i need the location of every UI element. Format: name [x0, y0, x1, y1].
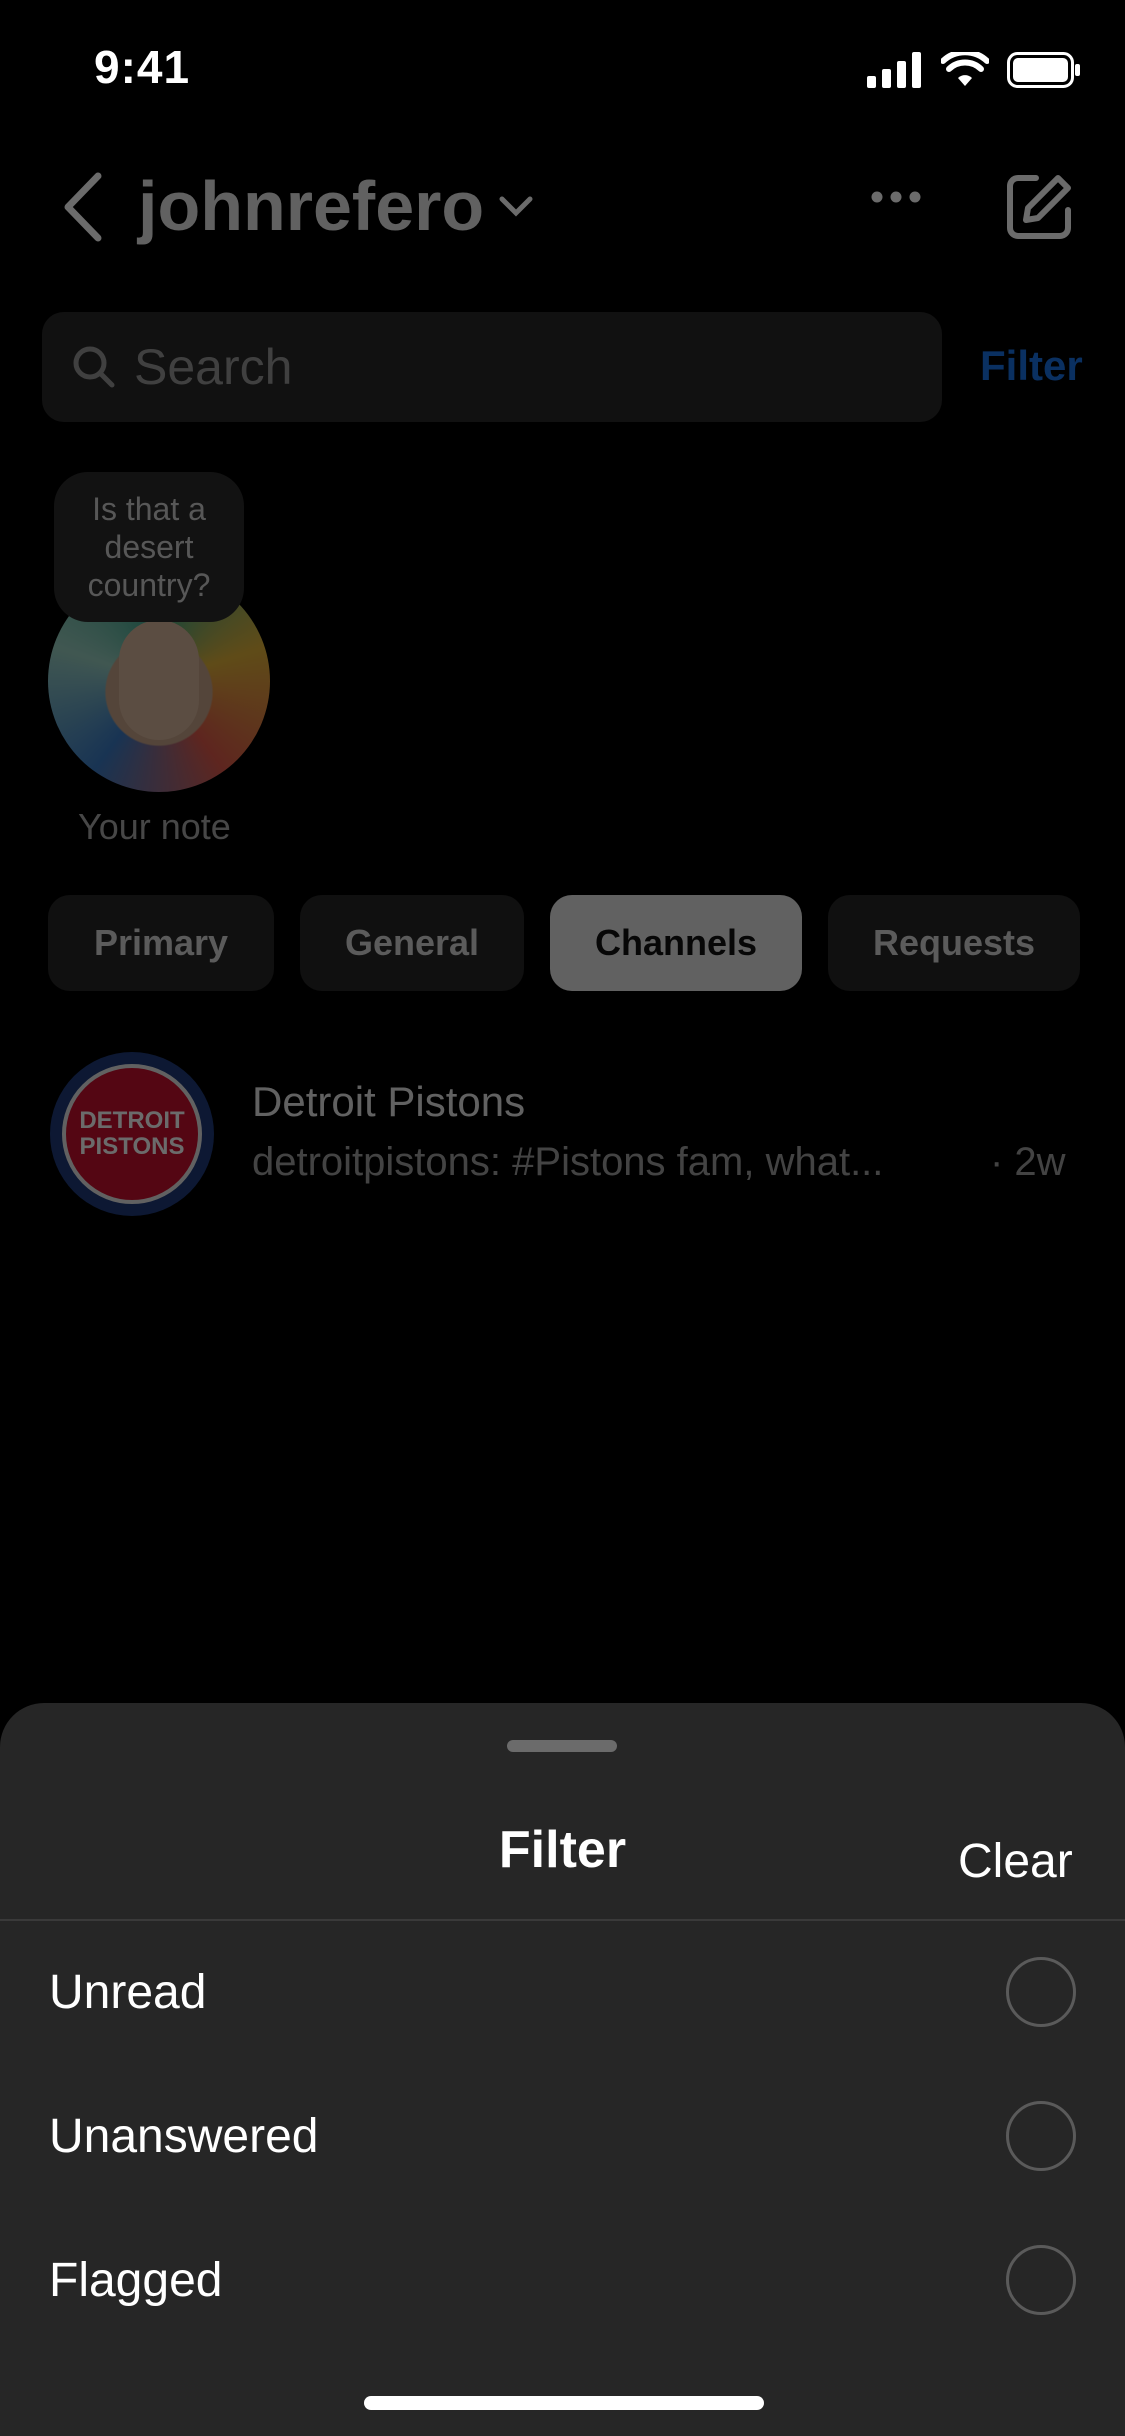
sheet-grabber[interactable] — [507, 1740, 617, 1752]
account-switcher[interactable]: johnrefero — [138, 166, 534, 246]
logo-text-line2: PISTONS — [79, 1133, 185, 1160]
battery-icon — [1007, 52, 1080, 88]
inbox-tabs: Primary General Channels Requests — [48, 895, 1080, 991]
back-button[interactable] — [60, 172, 104, 247]
search-icon — [73, 346, 115, 388]
tab-channels[interactable]: Channels — [550, 895, 802, 991]
wifi-icon — [941, 52, 989, 86]
status-time: 9:41 — [94, 41, 191, 93]
sheet-title: Filter — [498, 1821, 627, 1879]
option-label: Flagged — [49, 2253, 223, 2307]
logo-text-line1: DETROIT — [79, 1107, 185, 1134]
channel-time: · 2w — [990, 1140, 1066, 1184]
signal-icon — [867, 52, 921, 88]
option-label: Unanswered — [49, 2109, 319, 2163]
radio-button[interactable] — [1006, 2245, 1076, 2315]
clear-button[interactable]: Clear — [958, 1834, 1073, 1889]
note-label: Your note — [78, 806, 231, 847]
filter-option-flagged[interactable]: Flagged — [0, 2210, 1125, 2350]
more-icon — [871, 191, 921, 203]
search-input[interactable]: Search — [42, 312, 942, 422]
status-icons — [867, 50, 1081, 90]
tab-primary[interactable]: Primary — [48, 895, 274, 991]
channel-logo: DETROIT PISTONS — [50, 1052, 214, 1216]
compose-button[interactable] — [1004, 172, 1074, 247]
more-options-button[interactable] — [870, 190, 922, 209]
filter-option-unanswered[interactable]: Unanswered — [0, 2066, 1125, 2206]
channel-name: Detroit Pistons — [252, 1078, 526, 1125]
divider — [0, 1919, 1125, 1921]
option-label: Unread — [49, 1965, 207, 2019]
tab-requests[interactable]: Requests — [828, 895, 1080, 991]
avatar-face — [119, 620, 199, 740]
filter-link[interactable]: Filter — [980, 342, 1083, 390]
channel-preview: detroitpistons: #Pistons fam, what... — [252, 1140, 884, 1184]
radio-button[interactable] — [1006, 2101, 1076, 2171]
filter-option-unread[interactable]: Unread — [0, 1922, 1125, 2062]
compose-icon — [1007, 175, 1071, 239]
chevron-down-icon — [499, 196, 533, 217]
pistons-logo: DETROIT PISTONS — [62, 1064, 202, 1204]
search-placeholder: Search — [134, 339, 293, 395]
radio-button[interactable] — [1006, 1957, 1076, 2027]
home-indicator — [364, 2396, 764, 2410]
tab-general[interactable]: General — [300, 895, 524, 991]
note-bubble[interactable]: Is that a desert country? — [54, 472, 244, 622]
username-title: johnrefero — [138, 167, 485, 245]
chevron-left-icon — [64, 172, 102, 242]
